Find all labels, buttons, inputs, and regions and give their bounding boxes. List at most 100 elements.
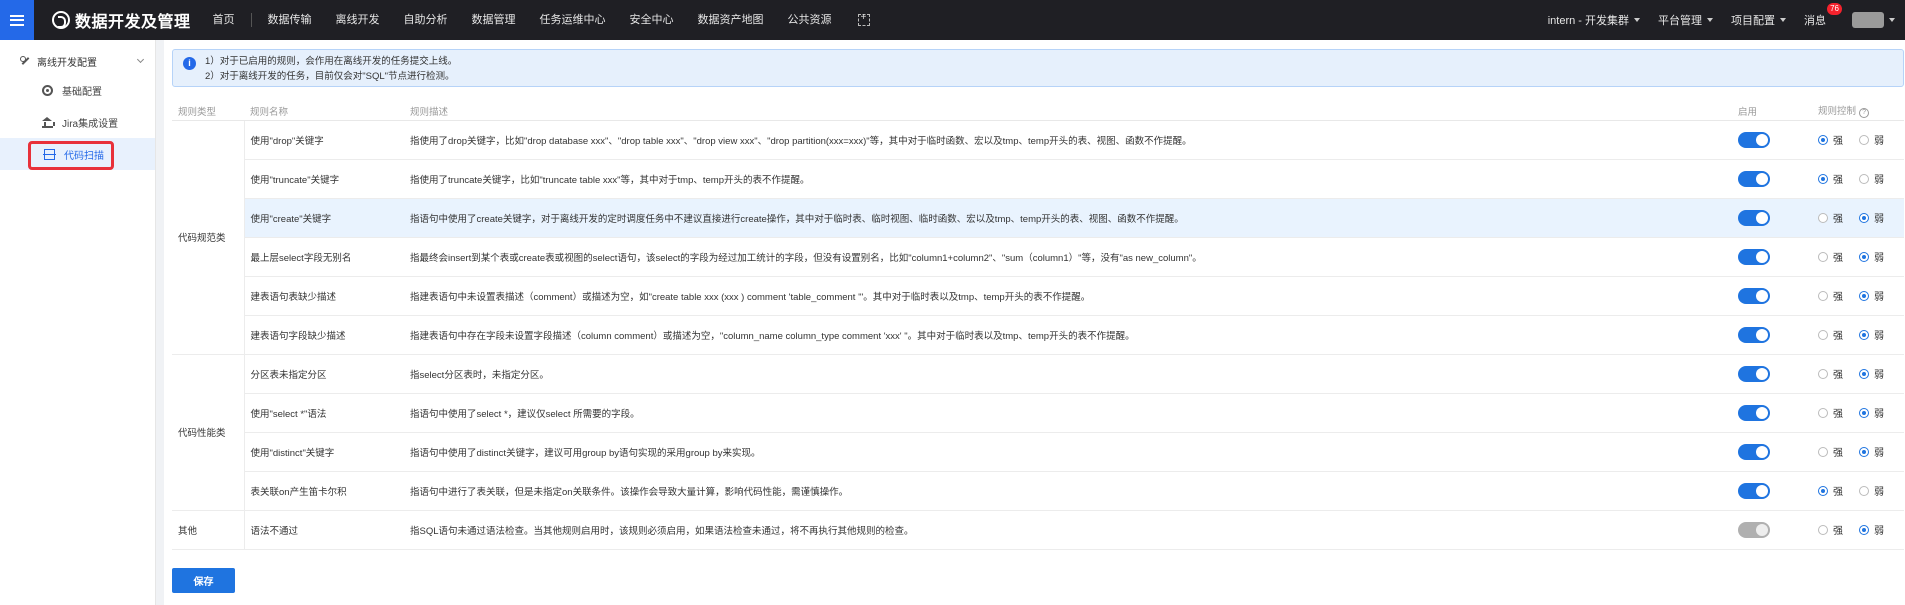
- radio-strong[interactable]: 强: [1818, 249, 1843, 264]
- brand-title: 数据开发及管理: [75, 14, 191, 31]
- radio-weak-label: 弱: [1874, 370, 1884, 381]
- radio-strong[interactable]: 强: [1818, 522, 1843, 537]
- nav-item-asset-map[interactable]: 数据资产地图: [686, 0, 776, 40]
- nav-item-self-analysis[interactable]: 自助分析: [392, 0, 460, 40]
- radio-weak[interactable]: 弱: [1859, 249, 1884, 264]
- radio-strong[interactable]: 强: [1818, 405, 1843, 420]
- control-radio-group: 强弱: [1818, 366, 1904, 381]
- radio-weak[interactable]: 弱: [1859, 210, 1884, 225]
- enable-toggle[interactable]: [1738, 365, 1770, 382]
- rule-description: 指语句中使用了create关键字，对于离线开发的定时调度任务中不建议直接进行cr…: [404, 198, 1732, 238]
- radio-weak[interactable]: 弱: [1859, 444, 1884, 459]
- messages-button[interactable]: 消息 76: [1804, 3, 1842, 28]
- notice-banner: i 1）对于已启用的规则，会作用在离线开发的任务提交上线。 2）对于离线开发的任…: [172, 49, 1904, 87]
- radio-strong[interactable]: 强: [1818, 171, 1843, 186]
- radio-weak[interactable]: 弱: [1859, 288, 1884, 303]
- menu-icon[interactable]: [0, 0, 34, 40]
- nav-item-task-ops[interactable]: 任务运维中心: [528, 0, 618, 40]
- radio-strong[interactable]: 强: [1818, 132, 1843, 147]
- radio-strong-label: 强: [1833, 487, 1843, 498]
- radio-icon: [1818, 134, 1828, 145]
- building-icon: [42, 116, 55, 128]
- nav-item-public-resources[interactable]: 公共资源: [776, 0, 844, 40]
- radio-strong[interactable]: 强: [1818, 366, 1843, 381]
- radio-strong[interactable]: 强: [1818, 288, 1843, 303]
- enable-toggle[interactable]: [1738, 326, 1770, 343]
- radio-strong-label: 强: [1833, 253, 1843, 264]
- radio-weak[interactable]: 弱: [1859, 405, 1884, 420]
- enable-toggle[interactable]: [1738, 248, 1770, 265]
- cluster-dropdown[interactable]: intern - 开发集群: [1548, 12, 1640, 28]
- avatar[interactable]: [1852, 12, 1884, 28]
- platform-label: 平台管理: [1658, 15, 1702, 27]
- rule-name: 最上层select字段无别名: [244, 237, 404, 277]
- radio-weak-label: 弱: [1874, 526, 1884, 537]
- table-row: 使用"truncate"关键字 指使用了truncate关键字，比如"trunca…: [172, 159, 1904, 199]
- gear-icon: [42, 84, 53, 96]
- enable-toggle[interactable]: [1738, 404, 1770, 421]
- radio-icon: [1859, 290, 1869, 301]
- radio-icon: [1859, 329, 1869, 340]
- platform-dropdown[interactable]: 平台管理: [1658, 12, 1713, 28]
- rule-description: 指建表语句中未设置表描述（comment）或描述为空，如"create tabl…: [404, 276, 1732, 316]
- sidebar-item-jira[interactable]: Jira集成设置: [0, 106, 155, 138]
- nav-item-transfer[interactable]: 数据传输: [256, 0, 324, 40]
- radio-strong-label: 强: [1833, 175, 1843, 186]
- rule-description: 指语句中进行了表关联，但是未指定on关联条件。该操作会导致大量计算，影响代码性能…: [404, 471, 1732, 511]
- help-icon[interactable]: ?: [1859, 108, 1870, 119]
- project-config-label: 项目配置: [1731, 15, 1775, 27]
- expand-icon[interactable]: [857, 12, 870, 26]
- radio-icon: [1818, 251, 1828, 262]
- radio-strong-label: 强: [1833, 292, 1843, 303]
- table-header: 规则类型 规则名称 规则描述 启用 规则控制?: [172, 102, 1904, 121]
- radio-strong[interactable]: 强: [1818, 444, 1843, 459]
- radio-icon: [1818, 485, 1828, 496]
- enable-toggle[interactable]: [1738, 482, 1770, 499]
- enable-toggle: [1738, 521, 1770, 538]
- radio-weak[interactable]: 弱: [1859, 171, 1884, 186]
- enable-toggle[interactable]: [1738, 170, 1770, 187]
- enable-toggle[interactable]: [1738, 287, 1770, 304]
- radio-icon: [1859, 134, 1869, 145]
- control-radio-group: 强弱: [1818, 132, 1904, 147]
- table-row: 使用"distinct"关键字 指语句中使用了distinct关键字，建议可用gr…: [172, 432, 1904, 472]
- radio-weak[interactable]: 弱: [1859, 483, 1884, 498]
- rule-category: 其他: [172, 510, 245, 550]
- chevron-down-icon: [136, 55, 145, 64]
- radio-icon: [1859, 251, 1869, 262]
- enable-toggle[interactable]: [1738, 131, 1770, 148]
- rule-name: 使用"drop"关键字: [244, 120, 404, 160]
- radio-weak[interactable]: 弱: [1859, 327, 1884, 342]
- radio-weak-label: 弱: [1874, 409, 1884, 420]
- radio-strong[interactable]: 强: [1818, 327, 1843, 342]
- radio-icon: [1859, 446, 1869, 457]
- table-row: 表关联on产生笛卡尔积 指语句中进行了表关联，但是未指定on关联条件。该操作会导致…: [172, 471, 1904, 511]
- nav-item-home[interactable]: 首页: [201, 0, 247, 40]
- table-row: 建表语句字段缺少描述 指建表语句中存在字段未设置字段描述（column comme…: [172, 315, 1904, 355]
- radio-strong[interactable]: 强: [1818, 210, 1843, 225]
- radio-weak[interactable]: 弱: [1859, 522, 1884, 537]
- radio-icon: [1859, 173, 1869, 184]
- radio-weak[interactable]: 弱: [1859, 366, 1884, 381]
- enable-toggle[interactable]: [1738, 209, 1770, 226]
- radio-icon: [1859, 485, 1869, 496]
- save-button[interactable]: 保存: [172, 568, 235, 593]
- chevron-down-icon[interactable]: [1889, 18, 1895, 22]
- radio-icon: [1859, 368, 1869, 379]
- header-rule-type: 规则类型: [172, 102, 244, 121]
- brand[interactable]: 数据开发及管理: [52, 8, 191, 32]
- nav-item-offline-dev[interactable]: 离线开发: [324, 0, 392, 40]
- enable-toggle[interactable]: [1738, 443, 1770, 460]
- nav-item-security[interactable]: 安全中心: [618, 0, 686, 40]
- rule-name: 使用"truncate"关键字: [244, 159, 404, 199]
- sidebar-item-basic-config[interactable]: 基础配置: [0, 74, 155, 106]
- nav-item-data-management[interactable]: 数据管理: [460, 0, 528, 40]
- radio-weak-label: 弱: [1874, 136, 1884, 147]
- radio-strong[interactable]: 强: [1818, 483, 1843, 498]
- project-config-dropdown[interactable]: 项目配置: [1731, 12, 1786, 28]
- control-radio-group: 强弱: [1818, 405, 1904, 420]
- sidebar-group-offline-config[interactable]: 离线开发配置: [0, 48, 155, 74]
- radio-strong-label: 强: [1833, 448, 1843, 459]
- header-rule-desc: 规则描述: [404, 102, 1732, 121]
- radio-weak[interactable]: 弱: [1859, 132, 1884, 147]
